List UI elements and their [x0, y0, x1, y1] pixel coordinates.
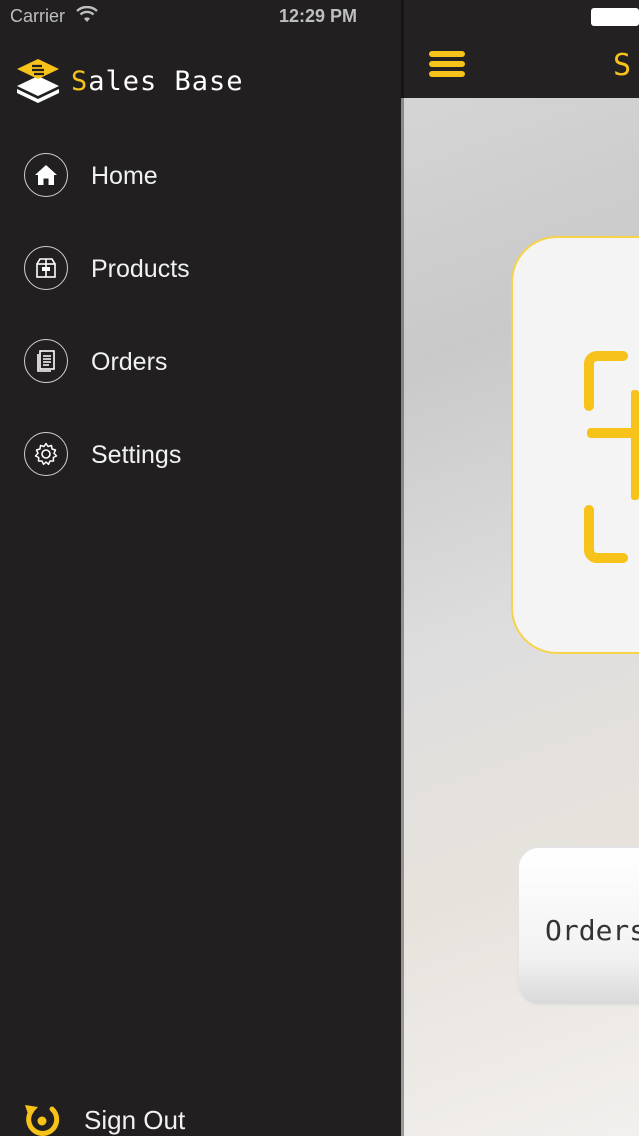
home-icon	[24, 153, 68, 197]
menu-label-settings: Settings	[91, 441, 182, 469]
wifi-icon	[76, 6, 98, 22]
sign-out-label: Sign Out	[84, 1104, 186, 1135]
top-navbar: S	[401, 0, 639, 98]
scan-card-button[interactable]	[511, 236, 639, 654]
menu-label-products: Products	[91, 255, 190, 283]
status-bar: Carrier 12:29 PM	[0, 0, 401, 34]
orders-card-button[interactable]: Orders	[517, 846, 639, 1006]
brand-name: Sales Base	[71, 66, 244, 97]
status-time: 12:29 PM	[279, 6, 358, 26]
menu-item-home[interactable]: Home	[0, 153, 401, 246]
hamburger-menu-icon[interactable]	[429, 50, 465, 78]
battery-icon	[591, 8, 639, 26]
app-screen: Carrier 12:29 PM Sales Base Home Product…	[0, 0, 639, 1136]
brand-name-rest: ales Base	[88, 65, 244, 97]
main-content-peek[interactable]: S Orders	[401, 0, 639, 1136]
gear-icon	[24, 432, 68, 476]
menu-label-home: Home	[91, 162, 158, 190]
orders-card-label: Orders	[545, 914, 639, 947]
menu-label-orders: Orders	[91, 348, 168, 376]
document-icon	[24, 339, 68, 383]
menu-item-products[interactable]: Products	[0, 246, 401, 339]
side-drawer: Carrier 12:29 PM Sales Base Home Product…	[0, 0, 401, 1136]
drawer-menu: Home Products Orders Settings	[0, 153, 401, 525]
menu-item-settings[interactable]: Settings	[0, 432, 401, 525]
sales-base-logo-icon	[17, 59, 59, 103]
nav-title-partial: S	[613, 48, 632, 83]
barcode-scan-icon	[584, 351, 639, 563]
brand-logo-row: Sales Base	[15, 56, 244, 106]
box-icon	[24, 246, 68, 290]
menu-item-orders[interactable]: Orders	[0, 339, 401, 432]
carrier-label: Carrier	[10, 6, 66, 26]
sign-out-icon	[25, 1105, 60, 1136]
brand-name-initial: S	[71, 65, 89, 97]
sign-out-button[interactable]: Sign Out	[22, 1100, 185, 1136]
